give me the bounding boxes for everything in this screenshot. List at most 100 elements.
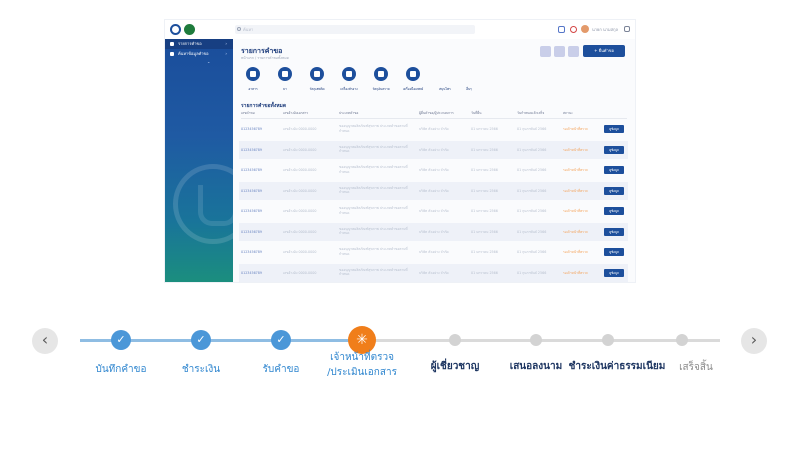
table-cell-due: 01 กุมภาพันธ์ 2566 [517, 270, 547, 275]
hazard-icon [374, 67, 388, 81]
table-cell-id: 0123456789 [241, 127, 262, 131]
table-cell-desc: ขออนุญาตผลิตภัณฑ์สุขภาพ ประเภทคำขอตามที่… [339, 144, 408, 154]
step-6-node [530, 334, 542, 346]
step-5-label: ผู้เชี่ยวชาญ [430, 361, 480, 372]
sidebar-item-requests[interactable]: รายการคำขอ › [165, 39, 233, 49]
table-cell-submitted: 01 มกราคม 2566 [471, 188, 498, 193]
back-arrow-icon [170, 52, 174, 56]
view-request-button[interactable]: ดูข้อมูล [604, 125, 624, 133]
step-5-node [449, 334, 461, 346]
column-header: สถานะ [563, 111, 573, 115]
view-request-button[interactable]: ดูข้อมูล [604, 186, 624, 195]
category-medical-device[interactable]: เครื่องมือแพทย์ [399, 67, 427, 92]
table-cell-ref: เลขอ้างอิง 0000-0000 [283, 147, 317, 152]
step-3-label: รับคำขอ [262, 364, 300, 375]
category-other[interactable]: อื่นๆ [455, 67, 483, 92]
column-header: วันกำหนดแล้วเสร็จ [517, 111, 545, 115]
cosmetics-icon [342, 67, 356, 81]
step-4-label-line1: เจ้าหน้าที่ตรวจ [330, 352, 394, 363]
step-4-label: เจ้าหน้าที่ตรวจ /ประเมินเอกสาร [317, 350, 407, 380]
view-request-button[interactable]: ดูข้อมูล [604, 227, 624, 236]
category-cosmetics[interactable]: เครื่องสำอาง [335, 67, 363, 92]
filter-button[interactable] [540, 46, 551, 57]
table-cell-submitted: 01 มกราคม 2566 [471, 147, 498, 152]
table-cell-id: 0123456789 [241, 188, 262, 193]
sidebar: รายการคำขอ › ค้นหาข้อมูลคำขอ › ⌄ [165, 39, 253, 282]
table-cell-applicant: บริษัท ตัวอย่าง จำกัด [419, 270, 449, 275]
table-row: 0123456789 เลขอ้างอิง 0000-0000 ขออนุญาตผล… [239, 120, 628, 138]
table-cell-status: รอเจ้าหน้าที่ตรวจ [563, 147, 588, 152]
chevron-right-icon: › [225, 51, 227, 56]
category-drug[interactable]: ยา [271, 67, 299, 92]
table-row: 0123456789 เลขอ้างอิง 0000-0000 ขออนุญาตผล… [239, 140, 628, 159]
table-cell-desc: ขออนุญาตผลิตภัณฑ์สุขภาพ ประเภทคำขอตามที่… [339, 185, 408, 195]
table-cell-due: 01 กุมภาพันธ์ 2566 [517, 188, 547, 193]
step-7-node [602, 334, 614, 346]
category-hazardous[interactable]: วัตถุอันตราย [367, 67, 395, 92]
main-content: รายการคำขอ หน้าแรก / รายการคำขอทั้งหมด +… [233, 39, 635, 282]
step-2-node: ✓ [191, 330, 211, 350]
external-link-icon[interactable] [558, 26, 565, 33]
table-cell-submitted: 01 มกราคม 2566 [471, 270, 498, 275]
view-request-button[interactable]: ดูข้อมูล [604, 166, 624, 174]
table-cell-desc: ขออนุญาตผลิตภัณฑ์สุขภาพ ประเภทคำขอตามที่… [339, 247, 408, 256]
table-cell-ref: เลขอ้างอิง 0000-0000 [283, 270, 317, 275]
step-1-label: บันทึกคำขอ [95, 364, 147, 375]
app-screenshot: ค้นหา นายก นามสกุล รายการคำขอ › ค้นหาข้อ… [165, 20, 635, 282]
table-row: 0123456789 เลขอ้างอิง 0000-0000 ขออนุญาตผล… [239, 263, 628, 282]
column-header: เลขคำขอ [241, 111, 255, 115]
agency-logo-icon [184, 24, 195, 35]
table-cell-due: 01 กุมภาพันธ์ 2566 [517, 147, 547, 152]
check-icon: ✓ [196, 333, 206, 346]
sidebar-item-search-requests[interactable]: ค้นหาข้อมูลคำขอ › [165, 49, 233, 59]
category-food[interactable]: อาหาร [239, 67, 267, 92]
category-narcotics[interactable]: วัตถุเสพติด [303, 67, 331, 92]
category-label: วัตถุอันตราย [372, 87, 390, 91]
table-cell-ref: เลขอ้างอิง 0000-0000 [283, 168, 317, 172]
breadcrumb: หน้าแรก / รายการคำขอทั้งหมด [241, 56, 289, 60]
table-cell-status: รอเจ้าหน้าที่ตรวจ [563, 209, 588, 213]
table-cell-submitted: 01 มกราคม 2566 [471, 168, 498, 172]
table-cell-status: รอเจ้าหน้าที่ตรวจ [563, 188, 588, 193]
view-request-button[interactable]: ดูข้อมูล [604, 268, 624, 277]
export-button[interactable] [554, 46, 565, 57]
table-cell-status: รอเจ้าหน้าที่ตรวจ [563, 250, 588, 254]
print-button[interactable] [568, 46, 579, 57]
category-label: อาหาร [248, 87, 258, 91]
table-cell-id: 0123456789 [241, 168, 262, 172]
category-bar: อาหาร ยา วัตถุเสพติด เครื่องสำอาง วัตถุอ… [237, 67, 537, 95]
table-cell-id: 0123456789 [241, 209, 262, 213]
table-cell-desc: ขออนุญาตผลิตภัณฑ์สุขภาพ ประเภทคำขอตามที่… [339, 165, 408, 174]
column-header: ประเภทคำขอ [339, 111, 359, 115]
table-cell-submitted: 01 มกราคม 2566 [471, 127, 498, 131]
notification-icon[interactable] [570, 26, 577, 33]
column-header: ผู้ยื่นคำขอ/ผู้ประกอบการ [419, 111, 454, 115]
table-cell-submitted: 01 มกราคม 2566 [471, 250, 498, 254]
search-icon [237, 27, 241, 31]
view-request-button[interactable]: ดูข้อมูล [604, 248, 624, 256]
chevron-right-icon: › [225, 41, 227, 46]
check-icon: ✓ [116, 333, 126, 346]
search-placeholder: ค้นหา [243, 27, 254, 32]
table-title: รายการคำขอทั้งหมด [241, 103, 287, 109]
table-cell-due: 01 กุมภาพันธ์ 2566 [517, 229, 547, 234]
sidebar-collapse-toggle[interactable]: ⌄ [207, 59, 233, 67]
table-cell-ref: เลขอ้างอิง 0000-0000 [283, 188, 317, 193]
view-request-button[interactable]: ดูข้อมูล [604, 145, 624, 154]
table-cell-ref: เลขอ้างอิง 0000-0000 [283, 127, 317, 131]
table-cell-desc: ขออนุญาตผลิตภัณฑ์สุขภาพ ประเภทคำขอตามที่… [339, 206, 408, 215]
table-row: 0123456789 เลขอ้างอิง 0000-0000 ขออนุญาตผล… [239, 202, 628, 220]
table-row: 0123456789 เลขอ้างอิง 0000-0000 ขออนุญาตผล… [239, 222, 628, 241]
view-request-button[interactable]: ดูข้อมูล [604, 207, 624, 215]
list-icon [170, 42, 174, 46]
table-cell-ref: เลขอ้างอิง 0000-0000 [283, 209, 317, 213]
apps-grid-icon[interactable] [624, 26, 630, 32]
drug-icon [278, 67, 292, 81]
next-button[interactable]: › [741, 328, 767, 354]
table-cell-applicant: บริษัท ตัวอย่าง จำกัด [419, 188, 449, 193]
search-input[interactable]: ค้นหา [235, 25, 475, 34]
prev-button[interactable]: ‹ [32, 328, 58, 354]
avatar[interactable] [581, 25, 589, 33]
add-request-button[interactable]: + ยื่นคำขอ [583, 45, 625, 57]
table-cell-due: 01 กุมภาพันธ์ 2566 [517, 127, 547, 131]
